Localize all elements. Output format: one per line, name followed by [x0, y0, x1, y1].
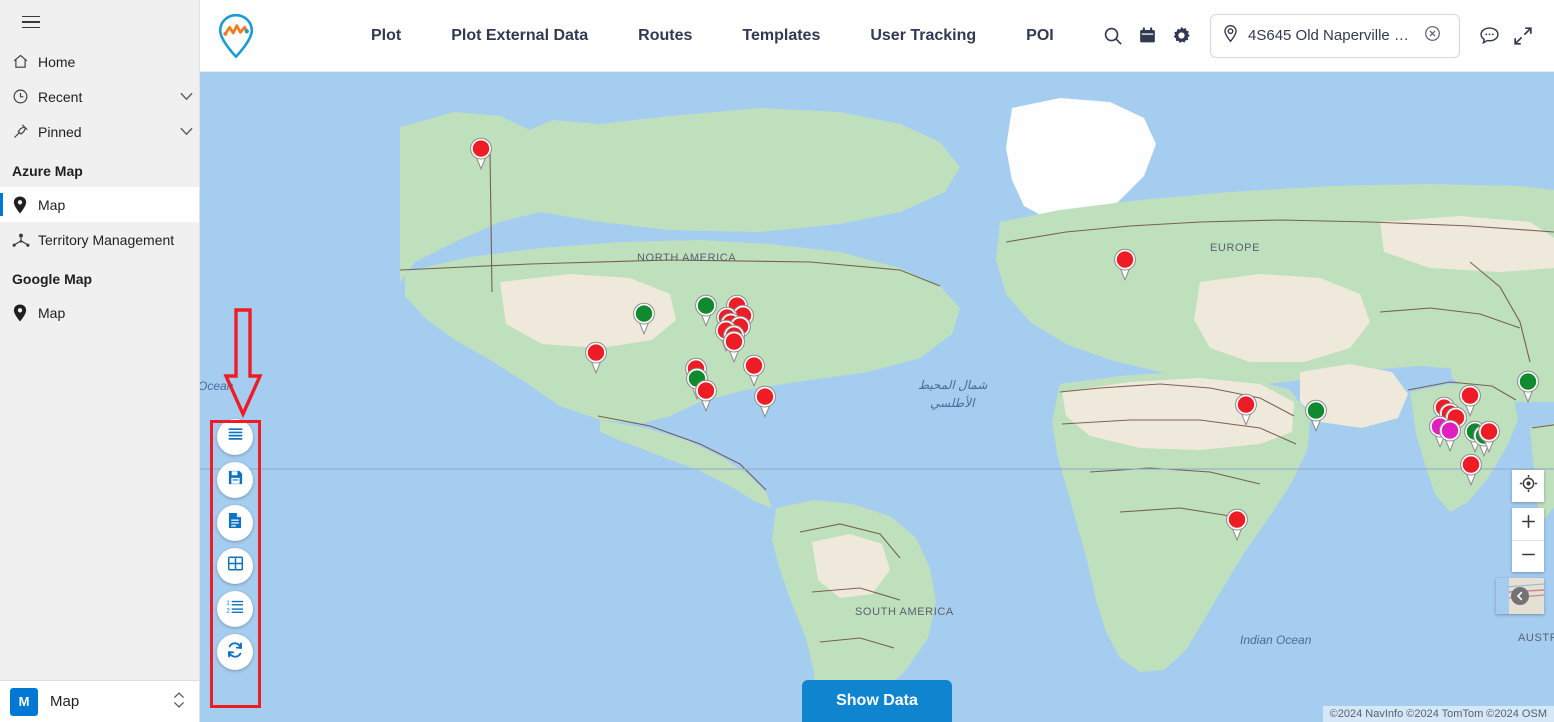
gear-icon[interactable]	[1164, 19, 1198, 53]
zoom-out-button[interactable]	[1512, 540, 1544, 572]
top-navigation: Plot Plot External Data Routes Templates…	[346, 21, 1079, 51]
refresh-button[interactable]	[217, 634, 253, 670]
map-pin[interactable]	[1516, 370, 1540, 403]
map-canvas[interactable]: NORTH AMERICA SOUTH AMERICA EUROPE ASIA …	[200, 72, 1554, 722]
location-search-value[interactable]: 4S645 Old Naperville R…	[1248, 27, 1416, 44]
app-root: Home Recent Pinned Azure Map Map Territo…	[0, 0, 1554, 722]
layers-list-button[interactable]	[217, 419, 253, 455]
numbered-list-button[interactable]: 1 2	[217, 591, 253, 627]
list-lines-icon	[227, 426, 244, 448]
sidebar-item-recent[interactable]: Recent	[0, 79, 199, 114]
map-pin-icon	[12, 304, 38, 322]
sidebar-item-territory-management[interactable]: Territory Management	[0, 222, 199, 257]
maplytics-logo[interactable]	[206, 13, 266, 59]
map-pin[interactable]	[1438, 419, 1462, 452]
sidebar-group-azure-map: Azure Map	[12, 163, 83, 179]
zoom-control-group	[1512, 508, 1544, 572]
map-attribution: ©2024 NavInfo ©2024 TomTom ©2024 OSM	[1322, 706, 1554, 722]
svg-text:1: 1	[226, 601, 230, 607]
nav-user-tracking[interactable]: User Tracking	[845, 21, 1001, 51]
save-button[interactable]	[217, 462, 253, 498]
location-search-box[interactable]: 4S645 Old Naperville R…	[1210, 13, 1460, 58]
sidebar-item-label: Pinned	[38, 123, 82, 140]
home-icon	[12, 53, 38, 70]
map-pin[interactable]	[584, 341, 608, 374]
numbered-list-icon: 1 2	[226, 598, 244, 620]
sidebar-item-pinned[interactable]: Pinned	[0, 114, 199, 149]
map-pin[interactable]	[1234, 393, 1258, 426]
svg-text:2: 2	[226, 609, 230, 615]
sidebar-footer[interactable]: M Map	[0, 680, 199, 722]
search-icon[interactable]	[1096, 19, 1130, 53]
sidebar-item-home[interactable]: Home	[0, 44, 199, 79]
clock-icon	[12, 88, 38, 105]
document-button[interactable]	[217, 505, 253, 541]
locate-me-button[interactable]	[1512, 470, 1544, 502]
sidebar-item-label: Territory Management	[38, 231, 175, 248]
expand-arrows-icon[interactable]	[1506, 19, 1540, 53]
sidebar-item-label: Map	[38, 196, 66, 213]
map-pin[interactable]	[1225, 508, 1249, 541]
sidebar-footer-label: Map	[50, 693, 80, 710]
calendar-icon[interactable]	[1130, 19, 1164, 53]
header-actions: 4S645 Old Naperville R…	[1096, 13, 1554, 58]
nav-poi[interactable]: POI	[1001, 21, 1079, 51]
crosshair-icon	[1519, 474, 1538, 498]
table-grid-icon	[227, 555, 244, 577]
locate-control-group	[1512, 470, 1544, 502]
sidebar-item-google-map[interactable]: Map	[0, 295, 199, 330]
map-toolbar: 1 2	[217, 419, 253, 670]
app-badge: M	[10, 687, 38, 716]
left-chevron-icon	[1511, 587, 1529, 605]
main-area: Plot Plot External Data Routes Templates…	[200, 0, 1554, 722]
sidebar-item-label: Map	[38, 304, 66, 321]
map-pin-icon	[12, 196, 38, 214]
plus-icon	[1520, 513, 1537, 535]
map-controls	[1496, 470, 1544, 614]
nav-routes[interactable]: Routes	[613, 21, 717, 51]
sidebar-group-google-map: Google Map	[12, 271, 93, 287]
map-pin[interactable]	[469, 137, 493, 170]
clear-circle-icon[interactable]	[1424, 25, 1441, 47]
sidebar: Home Recent Pinned Azure Map Map Territo…	[0, 0, 200, 722]
minus-icon	[1520, 546, 1537, 568]
app-header: Plot Plot External Data Routes Templates…	[200, 0, 1554, 72]
map-pin[interactable]	[742, 354, 766, 387]
sidebar-item-label: Recent	[38, 88, 83, 105]
map-pin[interactable]	[1459, 453, 1483, 486]
show-data-button[interactable]: Show Data	[802, 680, 952, 722]
nav-plot-external-data[interactable]: Plot External Data	[426, 21, 613, 51]
map-pin[interactable]	[694, 379, 718, 412]
grid-table-button[interactable]	[217, 548, 253, 584]
pin-icon	[12, 123, 38, 140]
sidebar-item-label: Home	[38, 53, 76, 70]
chevron-down-icon[interactable]	[173, 92, 199, 101]
territory-icon	[12, 232, 38, 248]
map-pin[interactable]	[1304, 399, 1328, 432]
updown-chevron-icon[interactable]	[173, 690, 189, 713]
nav-templates[interactable]: Templates	[717, 21, 845, 51]
chevron-down-icon[interactable]	[173, 127, 199, 136]
nav-plot[interactable]: Plot	[346, 21, 426, 51]
sidebar-item-azure-map[interactable]: Map	[0, 187, 199, 222]
chat-bubble-icon[interactable]	[1472, 19, 1506, 53]
map-pin[interactable]	[753, 385, 777, 418]
location-pin-icon	[1221, 24, 1240, 48]
floppy-disk-icon	[227, 469, 244, 491]
map-pin[interactable]	[1477, 420, 1501, 453]
map-pin[interactable]	[1113, 248, 1137, 281]
refresh-sync-icon	[226, 641, 244, 664]
hamburger-icon[interactable]	[8, 0, 54, 44]
basemap-graphic	[200, 72, 1554, 722]
minimap-toggle[interactable]	[1496, 578, 1544, 614]
document-icon	[227, 512, 243, 534]
zoom-in-button[interactable]	[1512, 508, 1544, 540]
map-pin[interactable]	[632, 302, 656, 335]
